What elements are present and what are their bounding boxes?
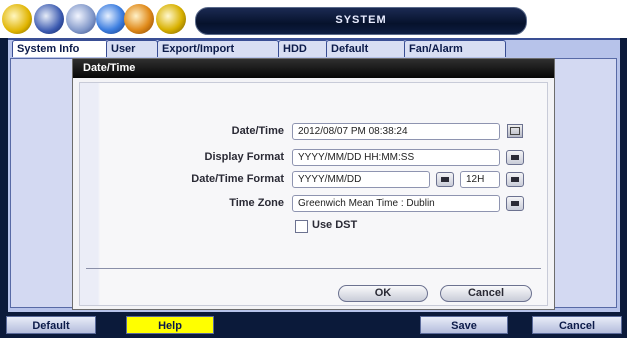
dialog-title: Date/Time bbox=[83, 62, 136, 74]
tab-hdd[interactable]: HDD bbox=[278, 40, 328, 57]
settings-gear-icon[interactable] bbox=[2, 4, 32, 34]
time-zone-dropdown-icon[interactable] bbox=[506, 196, 524, 211]
display-format-dropdown-icon[interactable] bbox=[506, 150, 524, 165]
tab-default[interactable]: Default bbox=[326, 40, 406, 57]
datetime-format-label: Date/Time Format bbox=[191, 173, 284, 185]
dialog-body bbox=[79, 82, 548, 306]
display-format-label: Display Format bbox=[204, 151, 284, 163]
dialog-title-bar: Date/Time bbox=[73, 59, 554, 78]
panel-right-frame bbox=[553, 58, 617, 308]
network-icon[interactable] bbox=[96, 4, 126, 34]
time-zone-label: Time Zone bbox=[229, 197, 284, 209]
use-dst-label: Use DST bbox=[312, 219, 358, 231]
dialog-cancel-button[interactable]: Cancel bbox=[440, 285, 532, 302]
datetime-format-dropdown-icon[interactable] bbox=[436, 172, 454, 187]
calendar-icon[interactable] bbox=[507, 124, 523, 138]
ok-button[interactable]: OK bbox=[338, 285, 428, 302]
tab-system-info[interactable]: System Info bbox=[12, 40, 108, 57]
tab-export-import[interactable]: Export/Import bbox=[157, 40, 279, 57]
search-icon[interactable] bbox=[124, 4, 154, 34]
display-format-select[interactable]: YYYY/MM/DD HH:MM:SS bbox=[292, 149, 500, 166]
use-dst-checkbox[interactable] bbox=[295, 220, 308, 233]
save-button[interactable]: Save bbox=[420, 316, 508, 334]
dvr-screen: SYSTEM System Info User Export/Import HD… bbox=[0, 0, 627, 338]
window-title-bar: SYSTEM bbox=[195, 7, 527, 35]
camera-icon[interactable] bbox=[34, 4, 64, 34]
schedule-icon[interactable] bbox=[66, 4, 96, 34]
datetime-field[interactable]: 2012/08/07 PM 08:38:24 bbox=[292, 123, 500, 140]
dialog-separator bbox=[86, 268, 541, 269]
window-title: SYSTEM bbox=[335, 14, 387, 26]
log-icon[interactable] bbox=[156, 4, 186, 34]
default-button[interactable]: Default bbox=[6, 316, 96, 334]
cancel-button[interactable]: Cancel bbox=[532, 316, 622, 334]
hour-format-dropdown-icon[interactable] bbox=[506, 172, 524, 187]
hour-format-select[interactable]: 12H bbox=[460, 171, 500, 188]
time-zone-select[interactable]: Greenwich Mean Time : Dublin bbox=[292, 195, 500, 212]
tab-user[interactable]: User bbox=[106, 40, 158, 57]
panel-left-frame bbox=[10, 58, 76, 308]
top-toolbar: SYSTEM bbox=[0, 0, 627, 38]
help-button[interactable]: Help bbox=[126, 316, 214, 334]
tab-fan-alarm[interactable]: Fan/Alarm bbox=[404, 40, 506, 57]
datetime-label: Date/Time bbox=[231, 125, 284, 137]
datetime-format-select[interactable]: YYYY/MM/DD bbox=[292, 171, 430, 188]
